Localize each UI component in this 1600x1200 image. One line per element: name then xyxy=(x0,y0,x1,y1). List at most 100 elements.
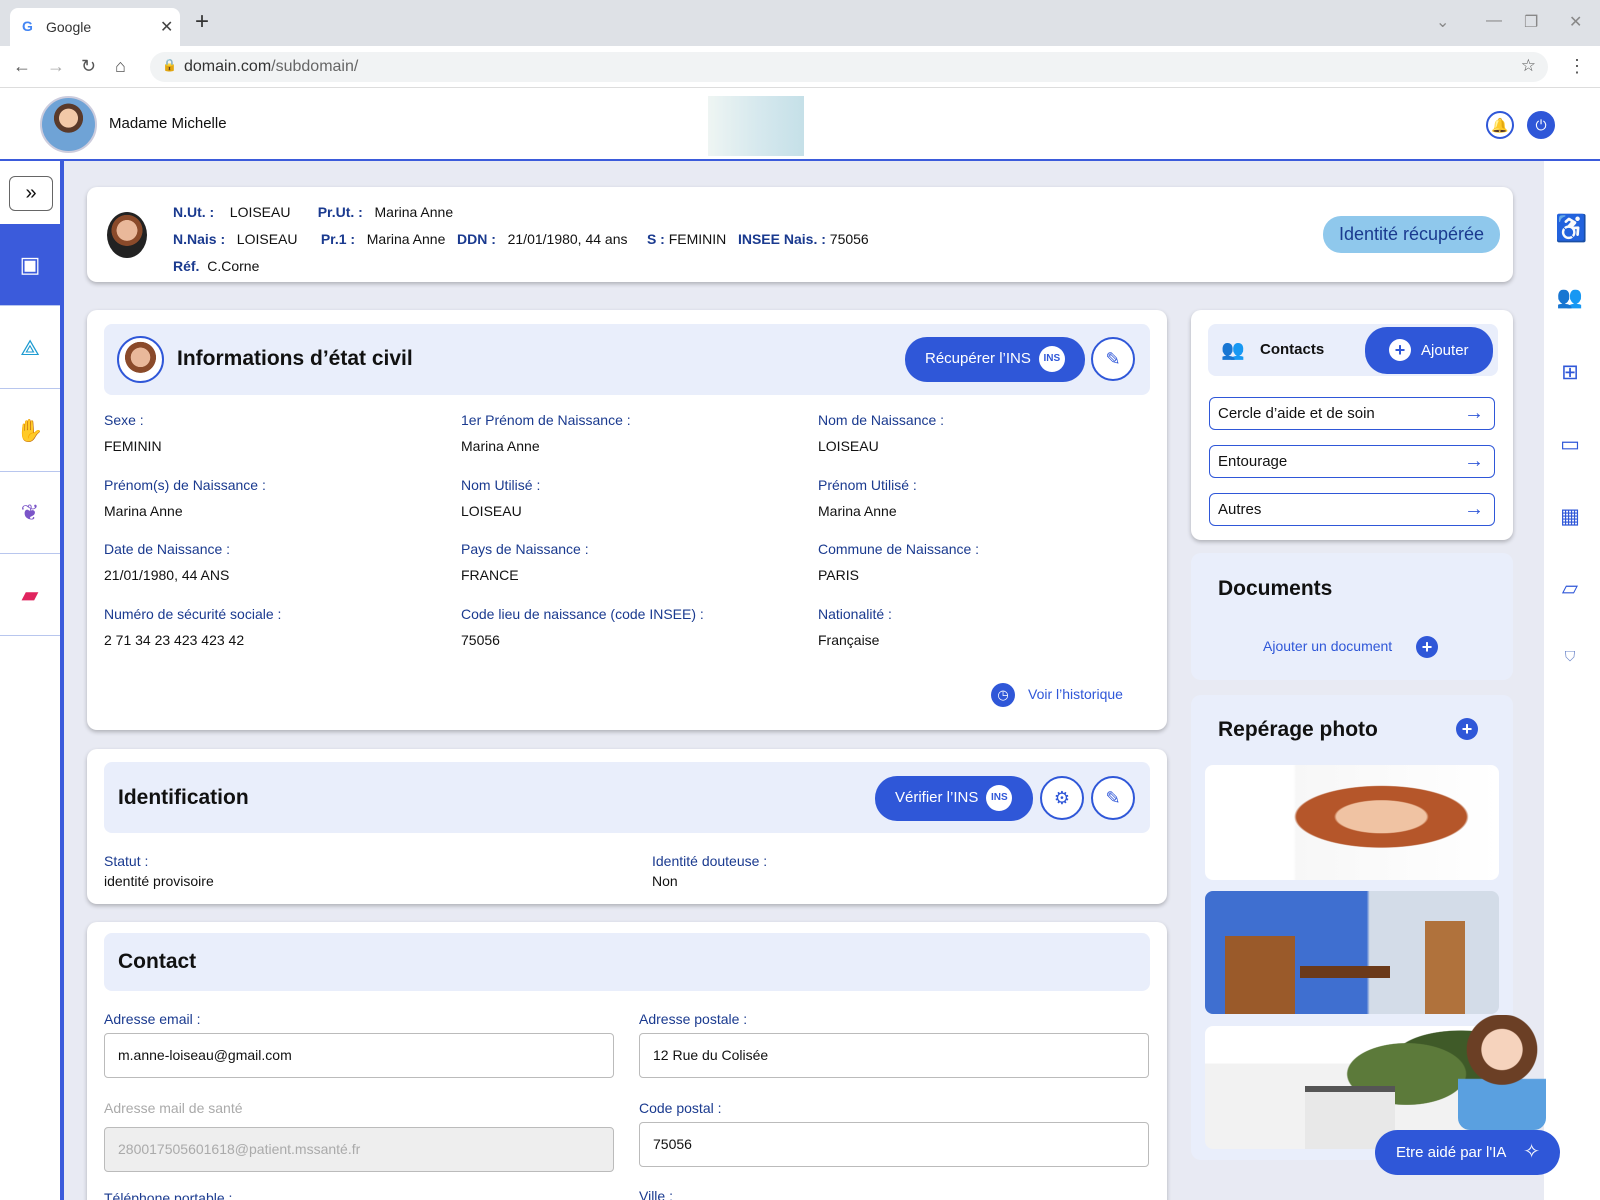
field-value: PARIS xyxy=(818,567,859,583)
health-mail-field: 280017505601618@patient.mssanté.fr xyxy=(104,1127,614,1172)
field-label: Sexe : xyxy=(104,412,144,428)
field-label: Date de Naissance : xyxy=(104,541,231,557)
sidebar-item-wellbeing[interactable]: ❦ xyxy=(0,472,60,554)
lock-icon: 🔒 xyxy=(162,58,177,72)
add-document-link[interactable]: Ajouter un document xyxy=(1263,638,1392,654)
power-icon[interactable]: ⏻ xyxy=(1527,111,1555,139)
notification-bell-icon[interactable]: 🔔 xyxy=(1486,111,1514,139)
field-label: Nom Utilisé : xyxy=(461,477,541,493)
browser-toolbar: ← → ↻ ⌂ 🔒 domain.com/subdomain/ ☆ ⋮ xyxy=(0,46,1600,88)
add-document-icon[interactable]: + xyxy=(1416,636,1438,658)
history-link[interactable]: Voir l’historique xyxy=(1028,686,1123,702)
folder-icon[interactable]: ▱ xyxy=(1555,576,1585,601)
ddn-value: 21/01/1980, 44 ans xyxy=(507,231,628,247)
ai-help-label: Etre aidé par l'IA xyxy=(1396,1144,1507,1161)
postal-address-field[interactable]: 12 Rue du Colisée xyxy=(639,1033,1149,1078)
contact-title: Contact xyxy=(118,950,197,973)
settings-button[interactable]: ⚙ xyxy=(1040,776,1084,820)
forward-icon[interactable]: → xyxy=(47,56,65,77)
field-birth-city: Commune de Naissance : PARIS xyxy=(818,541,979,583)
field-value: Marina Anne xyxy=(104,503,183,519)
right-sidebar xyxy=(1544,161,1600,1200)
chat-icon[interactable]: ▭ xyxy=(1555,432,1585,457)
contacts-title: Contacts xyxy=(1260,341,1325,358)
field-birth-firstnames: Prénom(s) de Naissance : Marina Anne xyxy=(104,477,266,519)
pr1-value: Marina Anne xyxy=(366,231,446,247)
insee-value: 75056 xyxy=(829,231,869,247)
sidebar-item-identity[interactable]: ▣ xyxy=(0,224,60,306)
restore-icon[interactable]: ❐ xyxy=(1524,12,1538,32)
dmp-icon[interactable]: ⛉ xyxy=(1555,648,1585,665)
field-label: Prénom Utilisé : xyxy=(818,477,917,493)
address-bar[interactable]: 🔒 domain.com/subdomain/ ☆ xyxy=(150,52,1548,82)
contact-card-icon: ▣ xyxy=(19,252,41,277)
nut-value: LOISEAU xyxy=(229,204,291,220)
pencil-icon: ✎ xyxy=(1105,788,1121,808)
medical-id-icon[interactable]: ⊞ xyxy=(1555,360,1585,385)
back-icon[interactable]: ← xyxy=(13,56,31,77)
ai-help-button[interactable]: Etre aidé par l'IA ✧ xyxy=(1375,1130,1560,1175)
user-name: Madame Michelle xyxy=(109,115,227,132)
accessibility-icon[interactable]: ♿ xyxy=(1555,213,1587,244)
contact-link-others[interactable]: Autres → xyxy=(1209,493,1495,526)
new-tab-icon[interactable]: + xyxy=(195,10,209,34)
add-contact-button[interactable]: + Ajouter xyxy=(1365,327,1493,374)
calendar-icon[interactable]: ▦ xyxy=(1555,504,1585,529)
patient-identity-summary: N.Ut. : LOISEAU Pr.Ut. : Marina Anne N.N… xyxy=(173,199,933,280)
browser-tab-title: Google xyxy=(46,19,92,35)
zip-field[interactable]: 75056 xyxy=(639,1122,1149,1167)
user-avatar[interactable] xyxy=(40,96,97,153)
magic-wand-icon: ✧ xyxy=(1523,1141,1540,1163)
bookmark-star-icon[interactable]: ☆ xyxy=(1521,56,1536,76)
ins-icon: INS xyxy=(986,785,1013,812)
contact-link-entourage[interactable]: Entourage → xyxy=(1209,445,1495,478)
nnais-value: LOISEAU xyxy=(236,231,298,247)
sidebar-item-care[interactable]: ✋ xyxy=(0,390,60,472)
browser-tab-strip: G Google ✕ + ⌄ — ❐ ✕ xyxy=(0,0,1600,46)
recover-ins-button[interactable]: Récupérer l’INS INS xyxy=(905,337,1085,382)
photo-office[interactable] xyxy=(1205,891,1499,1014)
field-social-security: Numéro de sécurité sociale : 2 71 34 23 4… xyxy=(104,606,281,648)
photo-portrait[interactable] xyxy=(1205,765,1499,880)
contact-header xyxy=(104,933,1150,991)
home-icon[interactable]: ⌂ xyxy=(115,56,126,77)
field-label: Numéro de sécurité sociale : xyxy=(104,606,282,622)
field-value: 2 71 34 23 423 423 42 xyxy=(104,632,245,648)
add-contact-label: Ajouter xyxy=(1421,342,1469,359)
expand-sidebar-button[interactable]: » xyxy=(9,176,53,211)
minimize-icon[interactable]: — xyxy=(1486,12,1502,30)
zip-label: Code postal : xyxy=(639,1100,722,1116)
arrow-right-icon: → xyxy=(1464,450,1484,472)
browser-tab[interactable]: G Google ✕ xyxy=(10,8,180,46)
group-icon: 👥 xyxy=(1221,340,1245,361)
edit-identification-button[interactable]: ✎ xyxy=(1091,776,1135,820)
ai-assistant-avatar[interactable] xyxy=(1458,1015,1546,1130)
field-birth-date: Date de Naissance : 21/01/1980, 44 ANS xyxy=(104,541,230,583)
verify-ins-button[interactable]: Vérifier l’INS INS xyxy=(875,776,1033,821)
edit-civil-button[interactable]: ✎ xyxy=(1091,337,1135,381)
field-label: Commune de Naissance : xyxy=(818,541,980,557)
bookshelf-shape xyxy=(1225,936,1295,1014)
identification-title: Identification xyxy=(118,786,249,809)
browser-menu-icon[interactable]: ⋮ xyxy=(1568,56,1586,77)
tab-search-icon[interactable]: ⌄ xyxy=(1436,12,1449,32)
ins-icon: INS xyxy=(1038,346,1065,373)
field-used-name: Nom Utilisé : LOISEAU xyxy=(461,477,540,519)
group-icon[interactable]: 👥 xyxy=(1555,286,1585,310)
prut-label: Pr.Ut. : xyxy=(317,204,363,220)
network-icon: ⟁ xyxy=(20,335,40,360)
email-field[interactable]: m.anne-loiseau@gmail.com xyxy=(104,1033,614,1078)
recover-ins-label: Récupérer l’INS xyxy=(925,350,1031,367)
field-value: 21/01/1980, 44 ANS xyxy=(104,567,230,583)
contact-link-care-circle[interactable]: Cercle d’aide et de soin → xyxy=(1209,397,1495,430)
url-text: domain.com/subdomain/ xyxy=(184,58,359,75)
clock-icon: ◷ xyxy=(991,683,1015,707)
close-window-icon[interactable]: ✕ xyxy=(1569,12,1582,32)
sidebar-item-vitals[interactable]: ▰ xyxy=(0,554,60,636)
sidebar-item-network[interactable]: ⟁ xyxy=(0,307,60,389)
verify-ins-label: Vérifier l’INS xyxy=(895,789,979,806)
field-value: LOISEAU xyxy=(818,438,879,454)
reload-icon[interactable]: ↻ xyxy=(81,56,96,77)
add-photo-icon[interactable]: + xyxy=(1456,718,1478,740)
close-tab-icon[interactable]: ✕ xyxy=(160,17,173,37)
